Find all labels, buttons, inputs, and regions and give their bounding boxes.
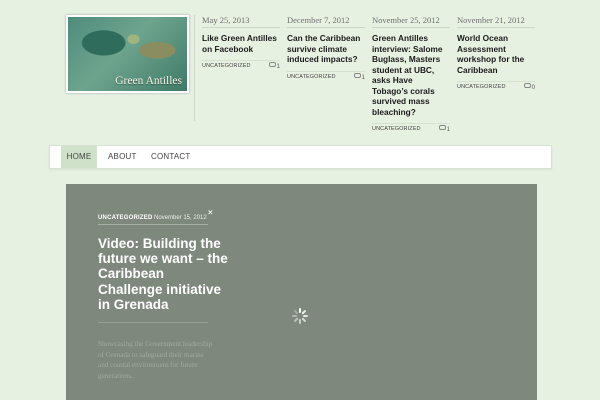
- comment-count[interactable]: 1: [438, 125, 450, 133]
- speech-bubble-icon: [353, 72, 361, 78]
- main-navigation: HOME ABOUT CONTACT: [49, 145, 552, 169]
- recent-post: November 25, 2012 Green Antilles intervi…: [372, 15, 450, 136]
- speech-bubble-icon: [438, 125, 446, 130]
- comment-count-value: 1: [446, 127, 450, 133]
- featured-divider: [98, 322, 208, 323]
- nav-item-contact[interactable]: CONTACT: [151, 146, 190, 168]
- logo-text: Green Antilles: [115, 75, 182, 87]
- featured-excerpt: Showcasing the Government leadership of …: [98, 340, 213, 380]
- nav-item-home[interactable]: HOME: [61, 146, 97, 168]
- post-date: May 25, 2013: [202, 15, 280, 28]
- post-meta: UNCATEGORIZED 1: [202, 60, 280, 73]
- comment-count[interactable]: 1: [268, 62, 280, 70]
- featured-category-link[interactable]: UNCATEGORIZED: [98, 215, 153, 221]
- post-meta: UNCATEGORIZED 0: [457, 81, 535, 94]
- close-icon[interactable]: ×: [208, 208, 213, 217]
- spinner-icon: [292, 308, 308, 324]
- featured-slider: UNCATEGORIZED November 15, 2012 × Video:…: [66, 184, 537, 400]
- featured-date: November 15, 2012: [154, 215, 207, 221]
- post-category-link[interactable]: UNCATEGORIZED: [372, 126, 421, 132]
- post-category-link[interactable]: UNCATEGORIZED: [457, 84, 506, 90]
- post-title-link[interactable]: World Ocean Assessment workshop for the …: [457, 33, 535, 75]
- post-meta: UNCATEGORIZED 1: [372, 123, 450, 136]
- recent-post: December 7, 2012 Can the Caribbean survi…: [287, 15, 365, 84]
- recent-post: November 21, 2012 World Ocean Assessment…: [457, 15, 535, 94]
- comment-count-value: 0: [531, 85, 535, 91]
- speech-bubble-icon: [268, 62, 276, 67]
- post-meta: UNCATEGORIZED 1: [287, 70, 365, 84]
- featured-divider: [98, 224, 208, 225]
- post-category-link[interactable]: UNCATEGORIZED: [202, 63, 251, 69]
- comment-count[interactable]: 0: [523, 83, 535, 91]
- post-date: December 7, 2012: [287, 15, 365, 28]
- featured-title-link[interactable]: Video: Building the future we want – the…: [98, 236, 228, 312]
- post-date: November 21, 2012: [457, 15, 535, 28]
- speech-bubble-icon: [523, 83, 531, 88]
- post-date: November 25, 2012: [372, 15, 450, 28]
- comment-count[interactable]: 1: [353, 72, 365, 81]
- post-category-link[interactable]: UNCATEGORIZED: [287, 74, 336, 80]
- comment-count-value: 1: [276, 64, 280, 70]
- recent-post: May 25, 2013 Like Green Antilles on Face…: [202, 15, 280, 73]
- post-title-link[interactable]: Like Green Antilles on Facebook: [202, 33, 280, 54]
- comment-count-value: 1: [361, 74, 365, 81]
- header-divider: [194, 15, 195, 121]
- nav-item-about[interactable]: ABOUT: [108, 146, 137, 168]
- post-title-link[interactable]: Green Antilles interview: Salome Buglass…: [372, 33, 450, 117]
- site-logo[interactable]: Green Antilles: [66, 15, 189, 93]
- post-title-link[interactable]: Can the Caribbean survive climate induce…: [287, 33, 365, 65]
